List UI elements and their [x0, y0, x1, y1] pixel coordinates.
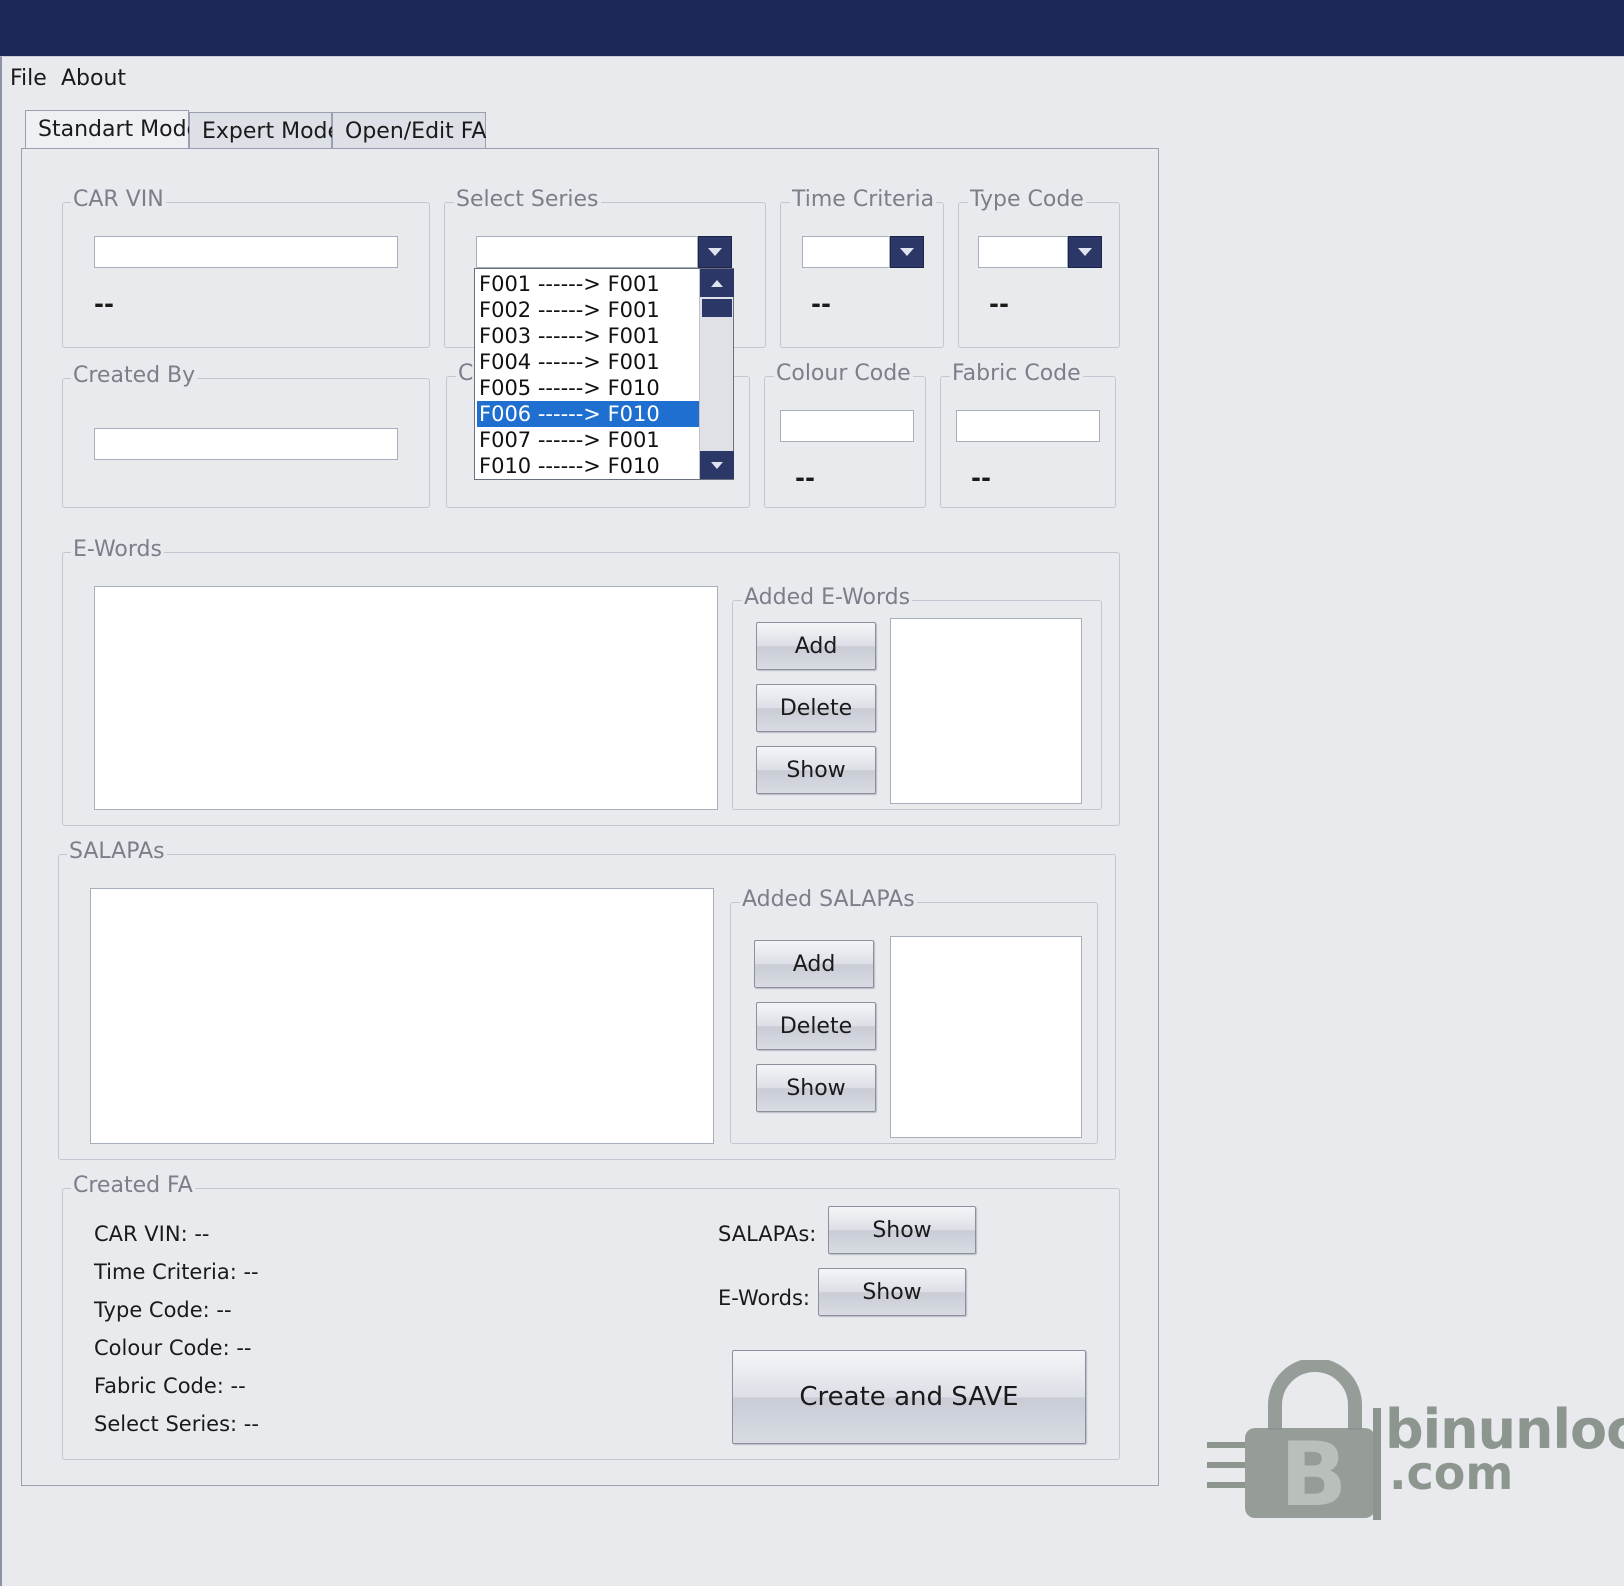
fa-car-vin: CAR VIN: -- — [94, 1222, 210, 1246]
type-code-value: -- — [989, 290, 1009, 318]
e-words-legend: E-Words — [71, 537, 164, 562]
title-bar — [0, 0, 1624, 56]
car-vin-input[interactable] — [94, 236, 398, 268]
dropdown-item[interactable]: F003 ------> F001 — [477, 323, 699, 349]
dropdown-item[interactable]: F002 ------> F001 — [477, 297, 699, 323]
added-salapas-legend: Added SALAPAs — [740, 887, 917, 912]
chevron-down-icon — [1078, 248, 1092, 256]
scroll-thumb[interactable] — [702, 299, 732, 317]
type-code-dropdown-button[interactable] — [1068, 236, 1102, 268]
select-series-dropdown-button[interactable] — [698, 236, 732, 268]
car-vin-value: -- — [94, 290, 114, 318]
dropdown-item[interactable]: F004 ------> F001 — [477, 349, 699, 375]
fa-fabric-code: Fabric Code: -- — [94, 1374, 246, 1398]
fa-e-words-show-button[interactable]: Show — [818, 1268, 966, 1316]
added-salapas-list[interactable] — [890, 936, 1082, 1138]
create-and-save-button[interactable]: Create and SAVE — [732, 1350, 1086, 1444]
tab-expert-mode[interactable]: Expert Mode — [189, 112, 341, 150]
dropdown-item[interactable]: F005 ------> F010 — [477, 375, 699, 401]
svg-text:B: B — [1280, 1423, 1347, 1526]
scroll-up-button[interactable] — [700, 269, 734, 297]
chevron-down-icon — [708, 248, 722, 256]
time-criteria-combo[interactable] — [802, 236, 890, 268]
fabric-code-input[interactable] — [956, 410, 1100, 442]
e-words-list[interactable] — [94, 586, 718, 810]
fabric-code-legend: Fabric Code — [950, 361, 1083, 386]
chevron-up-icon — [711, 279, 723, 287]
delete-e-word-button[interactable]: Delete — [756, 684, 876, 732]
tab-standart-mode[interactable]: Standart Mode — [25, 110, 200, 152]
created-by-input[interactable] — [94, 428, 398, 460]
delete-salapa-button[interactable]: Delete — [756, 1002, 876, 1050]
fa-time-criteria: Time Criteria: -- — [94, 1260, 259, 1284]
chevron-down-icon — [711, 461, 723, 469]
watermark-line2: .com — [1389, 1446, 1514, 1500]
dropdown-item[interactable]: F007 ------> F001 — [477, 427, 699, 453]
fa-colour-code: Colour Code: -- — [94, 1336, 252, 1360]
fabric-code-group — [940, 376, 1116, 508]
show-salapas-button[interactable]: Show — [756, 1064, 876, 1112]
menu-file[interactable]: File — [10, 66, 47, 91]
scroll-down-button[interactable] — [700, 451, 734, 479]
added-e-words-list[interactable] — [890, 618, 1082, 804]
salapas-list[interactable] — [90, 888, 714, 1144]
dropdown-item[interactable]: F010 ------> F010 — [477, 453, 699, 479]
time-criteria-legend: Time Criteria — [790, 187, 937, 212]
created-fa-legend: Created FA — [71, 1173, 195, 1198]
fa-type-code: Type Code: -- — [94, 1298, 232, 1322]
dropdown-item-selected[interactable]: F006 ------> F010 — [477, 401, 699, 427]
colour-code-input[interactable] — [780, 410, 914, 442]
type-code-combo[interactable] — [978, 236, 1068, 268]
fabric-code-value: -- — [971, 464, 991, 492]
select-series-dropdown-list[interactable]: F001 ------> F001 F002 ------> F001 F003… — [474, 268, 734, 480]
add-e-word-button[interactable]: Add — [756, 622, 876, 670]
select-series-combo[interactable] — [476, 236, 698, 268]
car-vin-legend: CAR VIN — [71, 187, 166, 212]
chevron-down-icon — [900, 248, 914, 256]
fa-salapas-show-button[interactable]: Show — [828, 1206, 976, 1254]
salapas-legend: SALAPAs — [67, 839, 167, 864]
dropdown-item[interactable]: F001 ------> F001 — [477, 271, 699, 297]
fa-select-series: Select Series: -- — [94, 1412, 259, 1436]
fa-e-words-label: E-Words: — [718, 1286, 810, 1310]
time-criteria-dropdown-button[interactable] — [890, 236, 924, 268]
fa-salapas-label: SALAPAs: — [718, 1222, 817, 1246]
colour-code-legend: Colour Code — [774, 361, 913, 386]
show-e-words-button[interactable]: Show — [756, 746, 876, 794]
colour-code-group — [764, 376, 926, 508]
colour-code-value: -- — [795, 464, 815, 492]
add-salapa-button[interactable]: Add — [754, 940, 874, 988]
type-code-group — [958, 202, 1120, 348]
time-criteria-group — [780, 202, 944, 348]
created-by-legend: Created By — [71, 363, 198, 388]
binunlock-watermark: B binunlock .com — [1205, 1358, 1624, 1530]
car-vin-group — [62, 202, 430, 348]
tab-open-edit-fa[interactable]: Open/Edit FA — [332, 112, 486, 150]
select-series-legend: Select Series — [454, 187, 601, 212]
dropdown-scrollbar[interactable] — [699, 269, 734, 479]
added-e-words-legend: Added E-Words — [742, 585, 913, 610]
time-criteria-value: -- — [811, 290, 831, 318]
hidden-group-legend: C — [456, 361, 476, 386]
menu-about[interactable]: About — [61, 66, 126, 91]
type-code-legend: Type Code — [968, 187, 1086, 212]
